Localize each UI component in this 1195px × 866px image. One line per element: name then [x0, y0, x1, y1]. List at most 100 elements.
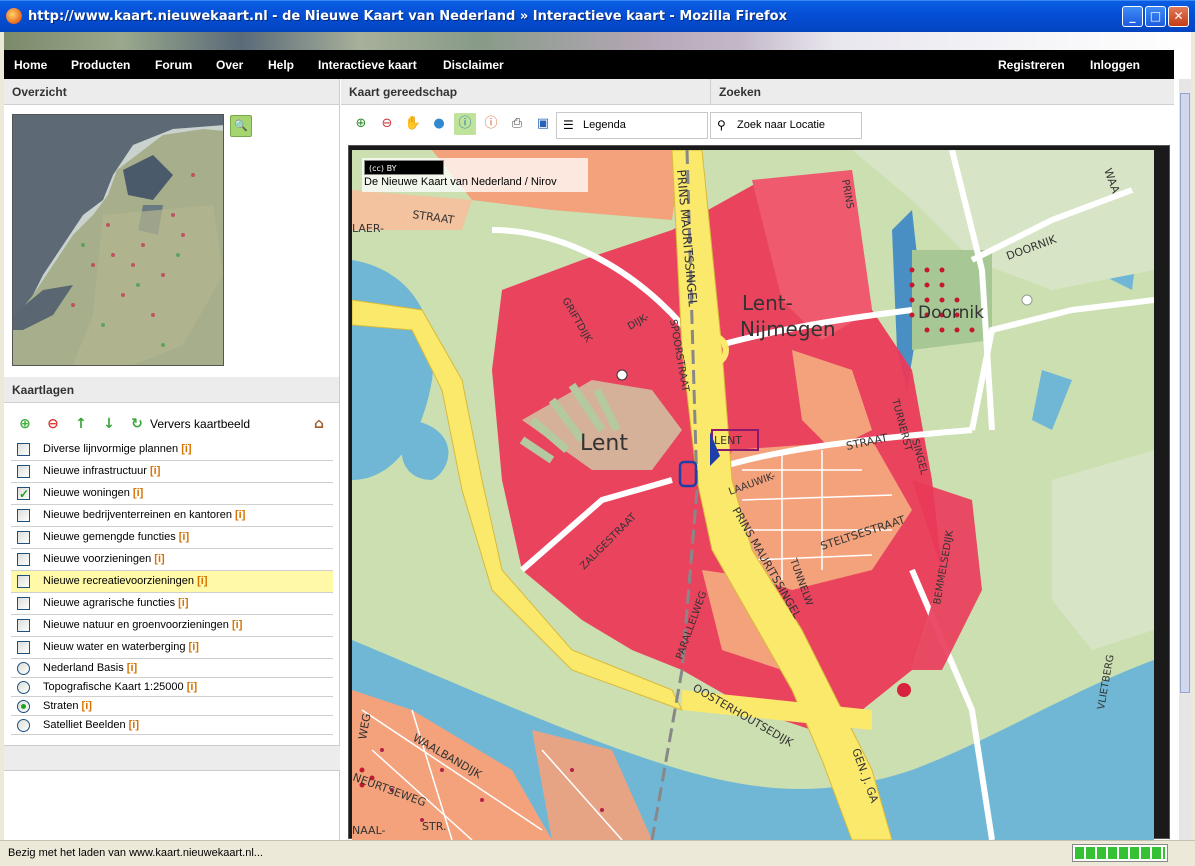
nav-inloggen[interactable]: Inloggen [1090, 58, 1140, 72]
map-container[interactable]: Lent Lent- Nijmegen Doornik DOORNIK PRIN… [348, 145, 1170, 840]
info-tool-icon[interactable]: ⓘ [454, 113, 476, 135]
nav-registreren[interactable]: Registreren [998, 58, 1065, 72]
layer-item[interactable]: Nieuwe infrastructuur [i] [11, 461, 333, 483]
search-header: Zoeken [711, 79, 1174, 105]
layer-checkbox[interactable] [17, 619, 30, 632]
cc-badge: (cc) BY [364, 160, 444, 175]
layer-info-link[interactable]: [i] [154, 553, 164, 565]
layer-item[interactable]: Nieuwe gemengde functies [i] [11, 527, 333, 549]
nav-interactieve-kaart[interactable]: Interactieve kaart [318, 58, 417, 72]
move-down-icon[interactable]: ↓ [100, 415, 118, 433]
pan-hand-icon[interactable]: ✋ [402, 113, 424, 135]
layer-checkbox[interactable] [17, 465, 30, 478]
layer-label[interactable]: Topografische Kaart 1:25000 [43, 681, 184, 693]
layer-info-link[interactable]: [i] [150, 465, 160, 477]
map-view[interactable]: Lent Lent- Nijmegen Doornik DOORNIK PRIN… [352, 150, 1154, 840]
layer-radio[interactable] [17, 681, 30, 694]
layer-info-link[interactable]: [i] [197, 575, 207, 587]
map-label-laer: LAER- [352, 222, 384, 235]
layer-item[interactable]: Nieuw water en waterberging [i] [11, 637, 333, 659]
layer-radio[interactable] [17, 662, 30, 675]
close-button[interactable]: ✕ [1168, 6, 1189, 27]
page-scrollbar[interactable] [1179, 79, 1191, 840]
refresh-icon[interactable]: ↻ [128, 415, 146, 433]
layer-label[interactable]: Straten [43, 700, 78, 712]
layer-label[interactable]: Diverse lijnvormige plannen [43, 443, 178, 455]
layer-info-link[interactable]: [i] [178, 597, 188, 609]
layer-item[interactable]: Nieuwe woningen [i] [11, 483, 333, 505]
layer-info-link[interactable]: [i] [232, 619, 242, 631]
layer-checkbox[interactable] [17, 484, 30, 505]
remove-layer-icon[interactable]: ⊖ [44, 415, 62, 433]
overview-zoom-icon[interactable]: 🔍 [230, 115, 252, 137]
map-tools-header: Kaart gereedschap [341, 79, 711, 105]
scrollbar-thumb[interactable] [1180, 93, 1190, 693]
nav-home[interactable]: Home [14, 58, 47, 72]
layer-info-link[interactable]: [i] [189, 641, 199, 653]
nav-over[interactable]: Over [216, 58, 243, 72]
layer-label[interactable]: Nieuwe infrastructuur [43, 465, 147, 477]
layer-checkbox[interactable] [17, 553, 30, 566]
layer-label[interactable]: Nieuwe voorzieningen [43, 553, 151, 565]
refresh-map-button[interactable]: Ververs kaartbeeld [150, 415, 250, 433]
layer-checkbox[interactable] [17, 531, 30, 544]
legend-button[interactable]: ☰ Legenda [556, 112, 708, 139]
layer-item[interactable]: Nieuwe voorzieningen [i] [11, 549, 333, 571]
layer-checkbox[interactable] [17, 641, 30, 654]
layer-checkbox[interactable] [17, 597, 30, 610]
add-layer-icon[interactable]: ⊕ [16, 415, 34, 433]
save-icon[interactable]: ▣ [532, 113, 554, 135]
layer-info-link[interactable]: [i] [187, 681, 197, 693]
layer-radio[interactable] [17, 700, 30, 713]
home-icon[interactable]: ⌂ [310, 415, 328, 433]
layer-info-link[interactable]: [i] [127, 662, 137, 674]
nav-help[interactable]: Help [268, 58, 294, 72]
firefox-icon [6, 8, 22, 24]
full-extent-icon[interactable]: ● [428, 113, 450, 135]
layer-item[interactable]: Nederland Basis [i] [11, 659, 333, 678]
move-up-icon[interactable]: ↑ [72, 415, 90, 433]
zoom-in-icon[interactable]: ⊕ [350, 113, 372, 135]
layer-info-link[interactable]: [i] [181, 443, 191, 455]
layer-label[interactable]: Nieuwe gemengde functies [43, 531, 176, 543]
layer-label[interactable]: Nieuwe bedrijventerreinen en kantoren [43, 509, 232, 521]
map-label-lent-nijmegen-2: Nijmegen [740, 317, 836, 341]
layer-item[interactable]: Satelliet Beelden [i] [11, 716, 333, 735]
nav-forum[interactable]: Forum [155, 58, 192, 72]
layer-info-link[interactable]: [i] [179, 531, 189, 543]
layer-label[interactable]: Nederland Basis [43, 662, 124, 674]
overview-map[interactable] [12, 114, 224, 366]
info-list-icon[interactable]: ⓘ [480, 113, 502, 135]
layer-label[interactable]: Nieuw water en waterberging [43, 641, 185, 653]
zoom-out-icon[interactable]: ⊖ [376, 113, 398, 135]
layer-item[interactable]: Nieuwe agrarische functies [i] [11, 593, 333, 615]
layer-info-link[interactable]: [i] [235, 509, 245, 521]
layer-item[interactable]: Nieuwe natuur en groenvoorzieningen [i] [11, 615, 333, 637]
layer-item[interactable]: Nieuwe bedrijventerreinen en kantoren [i… [11, 505, 333, 527]
layer-item[interactable]: Diverse lijnvormige plannen [i] [11, 439, 333, 461]
layer-info-link[interactable]: [i] [133, 487, 143, 499]
layer-label[interactable]: Nieuwe woningen [43, 487, 130, 499]
layer-item[interactable]: Topografische Kaart 1:25000 [i] [11, 678, 333, 697]
layer-checkbox[interactable] [17, 443, 30, 456]
map-canvas[interactable]: Lent Lent- Nijmegen Doornik DOORNIK PRIN… [352, 150, 1154, 840]
layer-label[interactable]: Satelliet Beelden [43, 719, 126, 731]
minimize-button[interactable]: _ [1122, 6, 1143, 27]
layer-checkbox[interactable] [17, 509, 30, 522]
layer-label[interactable]: Nieuwe natuur en groenvoorzieningen [43, 619, 229, 631]
search-location-button[interactable]: ⚲ Zoek naar Locatie [710, 112, 862, 139]
map-credit: (cc) BY De Nieuwe Kaart van Nederland / … [362, 158, 588, 192]
nav-disclaimer[interactable]: Disclaimer [443, 58, 504, 72]
print-icon[interactable]: ⎙ [506, 113, 528, 135]
progress-fill [1075, 847, 1165, 859]
layer-item[interactable]: Straten [i] [11, 697, 333, 716]
layer-label[interactable]: Nieuwe recreatievoorzieningen [43, 575, 194, 587]
layer-info-link[interactable]: [i] [82, 700, 92, 712]
maximize-button[interactable]: □ [1145, 6, 1166, 27]
layer-checkbox[interactable] [17, 575, 30, 588]
layer-info-link[interactable]: [i] [129, 719, 139, 731]
layer-label[interactable]: Nieuwe agrarische functies [43, 597, 175, 609]
layer-radio[interactable] [17, 719, 30, 732]
nav-producten[interactable]: Producten [71, 58, 130, 72]
layer-item[interactable]: Nieuwe recreatievoorzieningen [i] [11, 571, 333, 593]
